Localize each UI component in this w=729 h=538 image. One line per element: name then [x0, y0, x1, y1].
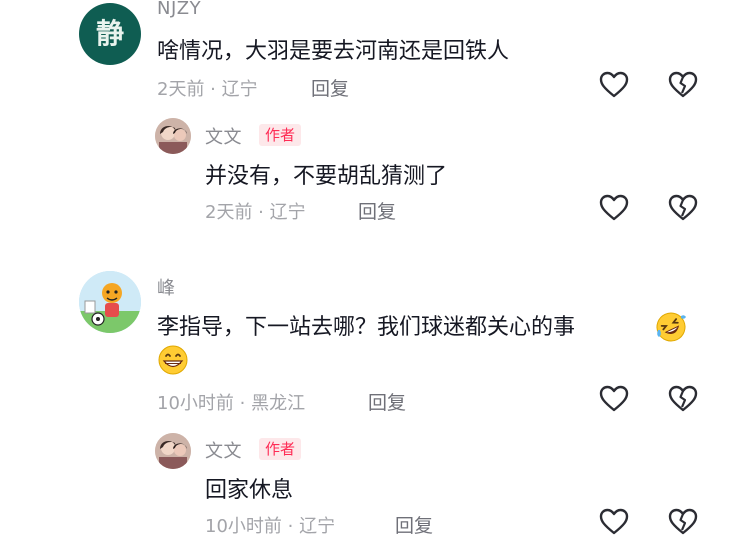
broken-heart-icon[interactable] — [667, 383, 699, 415]
heart-outline-icon[interactable] — [598, 69, 630, 101]
user-avatar[interactable]: 静 — [79, 3, 141, 65]
broken-heart-icon[interactable] — [667, 192, 699, 224]
grinning-emoji — [158, 345, 188, 375]
heart-outline-icon[interactable] — [598, 192, 630, 224]
comment-username[interactable]: 峰 — [157, 274, 176, 300]
reply-text: 回家休息 — [205, 478, 294, 503]
comment-text: 啥情况，大羽是要去河南还是回铁人 — [157, 39, 510, 64]
avatar-glyph: 静 — [95, 17, 124, 50]
reply-text: 并没有，不要胡乱猜测了 — [205, 164, 448, 189]
broken-heart-icon[interactable] — [667, 69, 699, 101]
reply-button[interactable]: 回复 — [395, 511, 433, 538]
author-avatar[interactable] — [155, 433, 191, 469]
reply-username[interactable]: 文文 — [205, 123, 242, 149]
author-photo — [155, 118, 191, 154]
heart-outline-icon[interactable] — [598, 383, 630, 415]
author-badge: 作者 — [259, 124, 302, 146]
reply-button[interactable]: 回复 — [311, 74, 349, 101]
comment-text: 李指导，下一站去哪？我们球迷都关心的事 — [157, 315, 576, 340]
cartoon-tiger-avatar — [79, 271, 141, 333]
user-avatar[interactable] — [79, 271, 141, 333]
broken-heart-icon[interactable] — [667, 506, 699, 538]
comment-meta: 10小时前 · 黑龙江 — [157, 393, 306, 414]
reply-button[interactable]: 回复 — [368, 388, 406, 415]
comment-username[interactable]: NJZY — [157, 0, 201, 19]
author-badge: 作者 — [259, 438, 302, 460]
rolling-laughing-emoji — [656, 312, 686, 342]
reply-meta: 2天前 · 辽宁 — [205, 202, 306, 223]
reply-button[interactable]: 回复 — [358, 197, 396, 224]
reply-username[interactable]: 文文 — [205, 437, 242, 463]
heart-outline-icon[interactable] — [598, 506, 630, 538]
reply-meta: 10小时前 · 辽宁 — [205, 516, 336, 537]
author-photo — [155, 433, 191, 469]
comment-meta: 2天前 · 辽宁 — [157, 79, 258, 100]
author-avatar[interactable] — [155, 118, 191, 154]
